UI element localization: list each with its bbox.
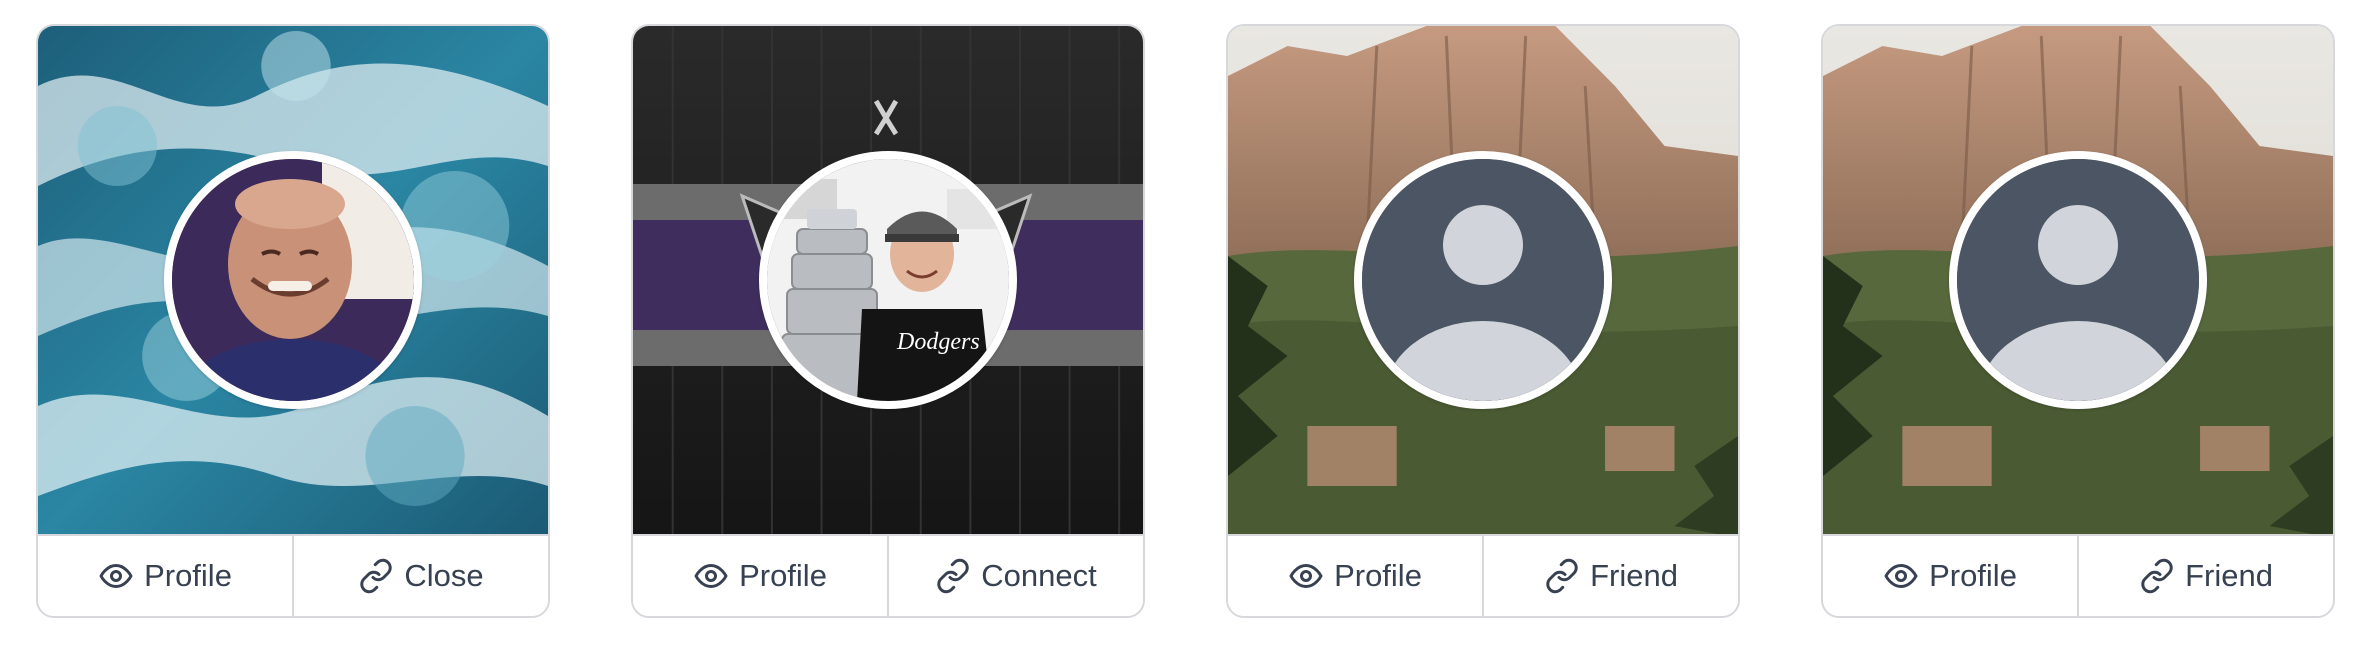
profile-button-label: Profile bbox=[739, 558, 827, 593]
profile-button-label: Profile bbox=[1929, 558, 2017, 593]
friend-button-label: Friend bbox=[1590, 558, 1678, 593]
profile-card: Profile Close bbox=[36, 24, 550, 618]
default-avatar[interactable] bbox=[1354, 151, 1612, 409]
connect-button[interactable]: Connect bbox=[887, 536, 1143, 616]
friend-button-label: Friend bbox=[2185, 558, 2273, 593]
close-button-label: Close bbox=[404, 558, 484, 593]
friend-button[interactable]: Friend bbox=[2077, 536, 2333, 616]
link-icon bbox=[2139, 558, 2175, 594]
avatar[interactable] bbox=[164, 151, 422, 409]
profile-button-label: Profile bbox=[1334, 558, 1422, 593]
friend-button[interactable]: Friend bbox=[1482, 536, 1738, 616]
profile-card: Profile Friend bbox=[1821, 24, 2335, 618]
avatar[interactable]: Dodgers bbox=[759, 151, 1017, 409]
card-actions: Profile Connect bbox=[633, 534, 1143, 616]
profile-button[interactable]: Profile bbox=[1228, 536, 1482, 616]
close-button[interactable]: Close bbox=[292, 536, 548, 616]
card-actions: Profile Friend bbox=[1228, 534, 1738, 616]
link-icon bbox=[358, 558, 394, 594]
link-icon bbox=[1544, 558, 1580, 594]
profile-button[interactable]: Profile bbox=[38, 536, 292, 616]
eye-icon bbox=[1288, 558, 1324, 594]
profile-button[interactable]: Profile bbox=[1823, 536, 2077, 616]
card-grid: Profile Close Dodgers Profile Connect Pr… bbox=[0, 0, 2364, 652]
eye-icon bbox=[1883, 558, 1919, 594]
profile-card: Dodgers Profile Connect bbox=[631, 24, 1145, 618]
connect-button-label: Connect bbox=[981, 558, 1097, 593]
card-actions: Profile Friend bbox=[1823, 534, 2333, 616]
link-icon bbox=[935, 558, 971, 594]
profile-button-label: Profile bbox=[144, 558, 232, 593]
default-avatar[interactable] bbox=[1949, 151, 2207, 409]
eye-icon bbox=[98, 558, 134, 594]
svg-text:Dodgers: Dodgers bbox=[896, 329, 980, 355]
eye-icon bbox=[693, 558, 729, 594]
profile-card: Profile Friend bbox=[1226, 24, 1740, 618]
profile-button[interactable]: Profile bbox=[633, 536, 887, 616]
card-actions: Profile Close bbox=[38, 534, 548, 616]
